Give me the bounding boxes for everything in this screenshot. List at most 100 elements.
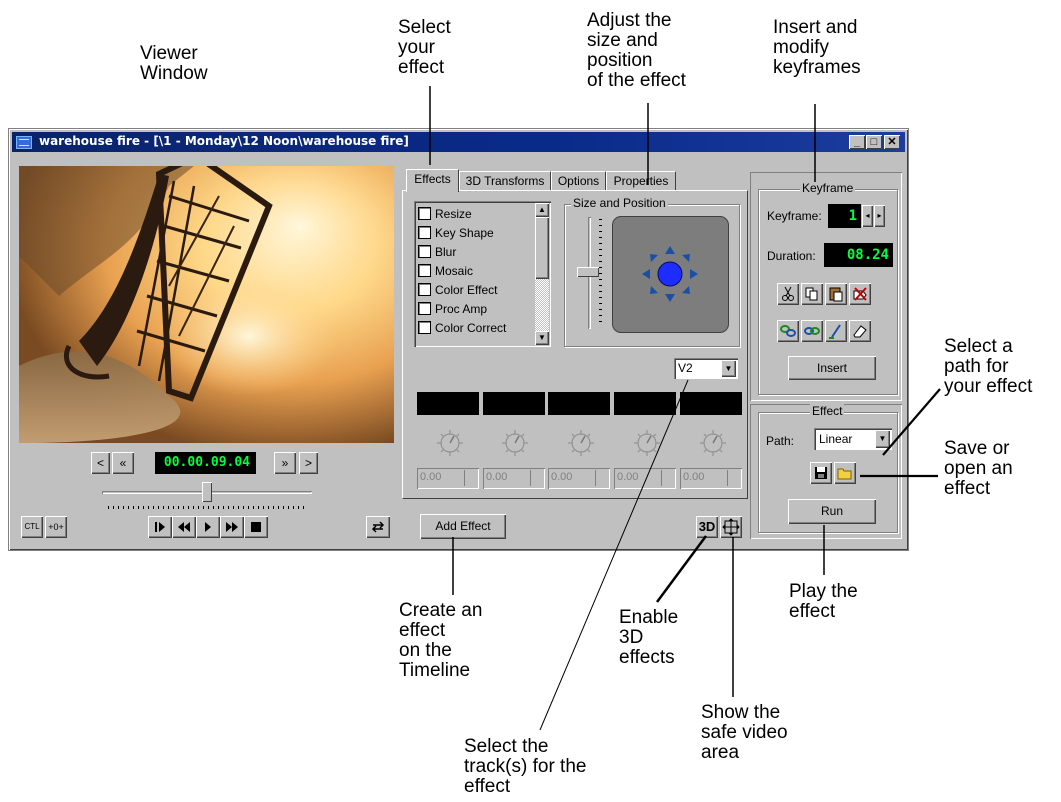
list-item[interactable]: Proc Amp [418, 300, 487, 319]
effect-label: Mosaic [435, 264, 474, 278]
keyframe-tool-button[interactable] [777, 320, 799, 342]
effects-list[interactable]: Resize Key Shape Blur Mosaic Color Effec… [414, 201, 551, 347]
tab-effects[interactable]: Effects [406, 169, 459, 192]
delete-keyframe-button[interactable] [849, 283, 871, 305]
parameter-spinbox[interactable]: 0.00 [680, 468, 742, 489]
list-item[interactable]: Resize [418, 205, 472, 224]
enable-3d-button[interactable]: 3D [696, 516, 718, 538]
next-frame-button[interactable]: > [299, 452, 318, 474]
ctl-button[interactable]: CTL [21, 516, 43, 538]
keyframe-tool-button[interactable] [801, 320, 823, 342]
callout-line: your effect [944, 376, 1033, 397]
tab-3d-transforms[interactable]: 3D Transforms [459, 171, 551, 191]
list-item[interactable]: Color Correct [418, 319, 506, 338]
path-select-value: Linear [819, 432, 853, 446]
open-effect-button[interactable] [834, 462, 856, 484]
parameter-spinbox[interactable]: 0.00 [417, 468, 479, 489]
parameter-knob-icon[interactable] [435, 428, 465, 458]
parameter-knob-icon[interactable] [566, 428, 596, 458]
parameter-value: 0.00 [486, 471, 508, 483]
paste-keyframe-button[interactable] [825, 283, 847, 305]
callout-line: Insert and [773, 17, 858, 38]
minimize-button[interactable]: _ [849, 135, 865, 149]
effect-label: Proc Amp [435, 302, 488, 316]
safe-area-button[interactable] [720, 516, 742, 538]
keyframe-tool-button[interactable] [825, 320, 847, 342]
spin-arrows-icon[interactable] [530, 470, 543, 486]
checkbox[interactable] [418, 302, 431, 316]
link-blue-icon [804, 327, 820, 335]
duration-value[interactable]: 08.24 [824, 243, 893, 267]
keyframe-next-icon[interactable]: ▸ [874, 205, 885, 227]
play-button[interactable] [196, 516, 220, 538]
checkbox[interactable] [418, 321, 431, 335]
rewind-play-button[interactable] [172, 516, 196, 538]
position-pad[interactable] [612, 216, 729, 333]
title-bar[interactable]: warehouse fire - [\1 - Monday\12 Noon\wa… [12, 132, 905, 152]
tab-properties[interactable]: Properties [606, 171, 676, 191]
scroll-thumb[interactable] [535, 217, 549, 279]
stop-icon [251, 522, 261, 532]
spin-arrows-icon[interactable] [727, 470, 740, 486]
parameter-spinbox[interactable]: 0.00 [548, 468, 610, 489]
list-item[interactable]: Blur [418, 243, 456, 262]
loop-button[interactable] [366, 516, 390, 538]
checkbox[interactable] [418, 283, 431, 297]
list-item[interactable]: Mosaic [418, 262, 473, 281]
list-item[interactable]: Color Effect [418, 281, 497, 300]
parameter-knob-icon[interactable] [632, 428, 662, 458]
list-item[interactable]: Key Shape [418, 224, 494, 243]
checkbox[interactable] [418, 264, 431, 278]
step-forward-button[interactable] [148, 516, 172, 538]
viewer-window[interactable] [19, 166, 394, 443]
checkbox[interactable] [418, 245, 431, 259]
path-select[interactable]: Linear ▼ [814, 428, 892, 450]
run-button[interactable]: Run [788, 499, 876, 524]
insert-button[interactable]: Insert [788, 356, 876, 380]
viewer-frame-image [19, 166, 394, 443]
parameter-spinbox[interactable]: 0.00 [483, 468, 545, 489]
scroll-down-icon[interactable]: ▼ [535, 331, 549, 345]
slider-thumb[interactable] [202, 482, 212, 502]
spin-arrows-icon[interactable] [661, 470, 674, 486]
callout-line: your [398, 37, 435, 58]
stop-button[interactable] [244, 516, 268, 538]
save-effect-button[interactable] [810, 462, 832, 484]
chevron-down-icon[interactable]: ▼ [875, 430, 890, 448]
forward-button[interactable]: » [274, 452, 296, 474]
maximize-button[interactable]: □ [866, 135, 882, 149]
chevron-down-icon[interactable]: ▼ [721, 360, 736, 377]
offset-button[interactable]: +0+ [45, 516, 67, 538]
keyframe-group-title: Keyframe [800, 181, 856, 195]
eraser-button[interactable] [849, 320, 871, 342]
callout-line: Select the [464, 736, 549, 757]
parameter-knob-icon[interactable] [500, 428, 530, 458]
fast-forward-button[interactable] [220, 516, 244, 538]
copy-keyframe-button[interactable] [801, 283, 823, 305]
slider-ticks [108, 506, 306, 509]
tab-options[interactable]: Options [551, 171, 606, 191]
checkbox[interactable] [418, 207, 431, 221]
keyframe-value[interactable]: 1 [828, 204, 861, 228]
parameter-knob-icon[interactable] [698, 428, 728, 458]
checkbox[interactable] [418, 226, 431, 240]
callout-line: area [701, 742, 740, 763]
add-effect-button[interactable]: Add Effect [420, 514, 506, 539]
size-position-title: Size and Position [571, 196, 668, 210]
parameter-spinbox[interactable]: 0.00 [614, 468, 676, 489]
spin-arrows-icon[interactable] [595, 470, 608, 486]
cut-keyframe-button[interactable] [777, 283, 799, 305]
timecode-display: 00.00.09.04 [155, 452, 256, 474]
spin-arrows-icon[interactable] [464, 470, 477, 486]
size-slider-thumb[interactable] [577, 267, 599, 277]
size-slider[interactable] [577, 217, 603, 329]
list-scrollbar[interactable]: ▲ ▼ [535, 203, 549, 345]
position-slider[interactable] [102, 482, 312, 512]
scroll-up-icon[interactable]: ▲ [535, 203, 549, 217]
keyframe-prev-icon[interactable]: ◂ [862, 205, 873, 227]
close-button[interactable]: ✕ [884, 135, 900, 149]
film-icon [16, 136, 32, 149]
track-select[interactable]: V2 ▼ [674, 358, 738, 379]
rewind-button[interactable]: « [112, 452, 134, 474]
prev-frame-button[interactable]: < [91, 452, 110, 474]
